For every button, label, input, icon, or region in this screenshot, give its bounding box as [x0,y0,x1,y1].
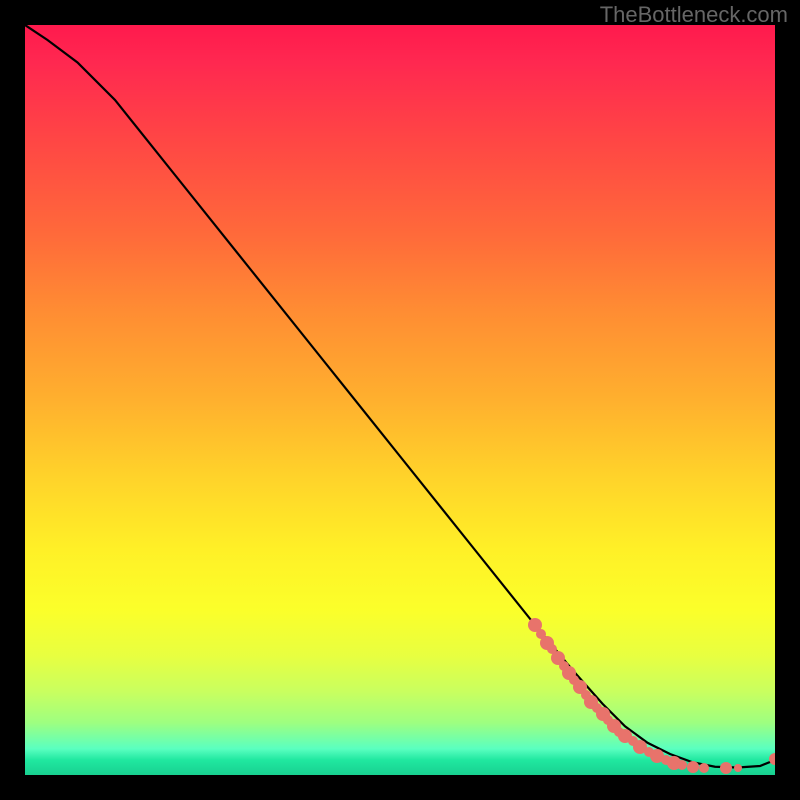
bottleneck-curve-line [25,25,775,768]
data-marker [687,761,699,773]
watermark-text: TheBottleneck.com [600,2,788,28]
chart-plot-area [25,25,775,775]
data-marker [769,753,775,765]
data-marker [699,763,709,773]
chart-curve-svg [25,25,775,775]
data-marker [677,760,687,770]
data-marker [734,764,742,772]
data-marker [720,762,732,774]
